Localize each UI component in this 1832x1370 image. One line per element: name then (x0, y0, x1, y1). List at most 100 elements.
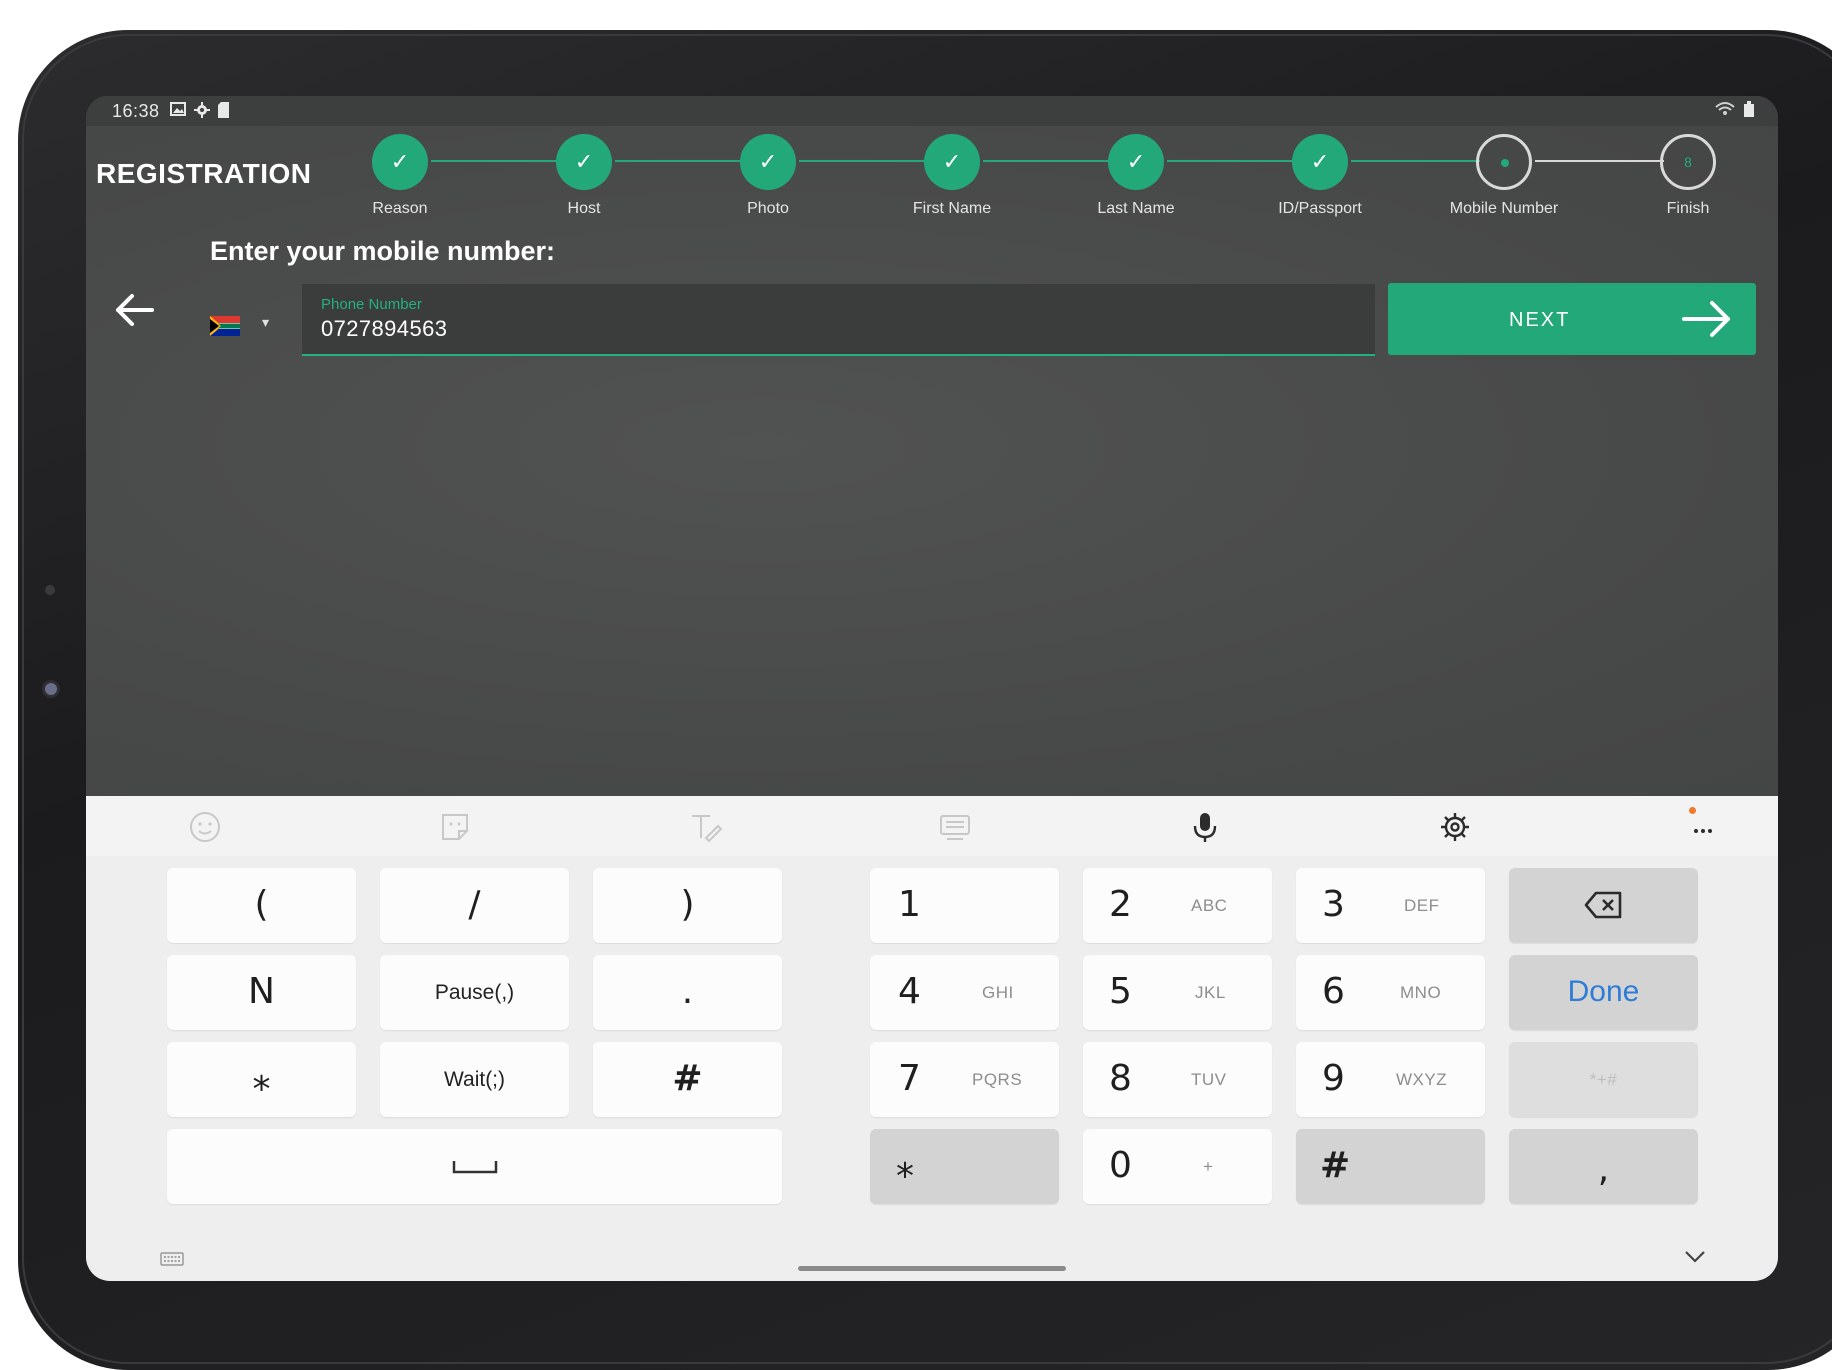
key-4[interactable]: 4 GHI (870, 955, 1059, 1030)
step-connector (799, 160, 928, 162)
step-id-passport-check-icon: ✓ (1292, 134, 1348, 190)
step-connector (431, 160, 561, 162)
handwriting-icon[interactable] (688, 810, 723, 844)
step-photo-check-icon: ✓ (740, 134, 796, 190)
key-open-paren[interactable]: ( (167, 868, 356, 943)
key-0-digit: 0 (1109, 1145, 1132, 1186)
step-connector (1351, 160, 1480, 162)
key-5-digit: 5 (1109, 971, 1132, 1012)
key-9-digit: 9 (1322, 1058, 1345, 1099)
step-label-finish: Finish (1666, 200, 1710, 217)
key-asterisk-label: ⁎ (252, 1058, 271, 1099)
key-9-letters: WXYZ (1396, 1070, 1448, 1089)
key-asterisk[interactable]: ⁎ (167, 1042, 356, 1117)
step-label-photo: Photo (747, 200, 789, 217)
emoji-icon[interactable] (188, 810, 222, 844)
step-label-last-name: Last Name (1097, 200, 1175, 217)
key-3[interactable]: 3 DEF (1296, 868, 1485, 943)
key-8-digit: 8 (1109, 1058, 1132, 1099)
key-0-plus: + (1203, 1157, 1214, 1176)
phone-number-field[interactable]: Phone Number 0727894563 (302, 284, 1375, 356)
key-4-letters: GHI (982, 983, 1014, 1002)
key-space[interactable] (167, 1129, 782, 1204)
key-pause-label: Pause(,) (434, 981, 515, 1004)
key-6[interactable]: 6 MNO (1296, 955, 1485, 1030)
phone-number-label: Phone Number (321, 296, 422, 313)
key-5-letters: JKL (1195, 983, 1226, 1002)
keyboard-toolbar (86, 796, 1778, 856)
key-0[interactable]: 0 + (1083, 1129, 1272, 1204)
arrow-right-icon (1680, 297, 1734, 341)
front-camera (42, 680, 60, 698)
sticker-icon[interactable] (438, 810, 472, 844)
key-slash[interactable]: / (380, 868, 569, 943)
key-wait[interactable]: Wait(;) (380, 1042, 569, 1117)
key-7-letters: PQRS (972, 1070, 1023, 1089)
more-icon[interactable] (1686, 810, 1720, 844)
step-last-name-check-icon: ✓ (1108, 134, 1164, 190)
gear-icon[interactable] (1438, 810, 1472, 844)
key-close-paren[interactable]: ) (593, 868, 782, 943)
key-symbols-toggle[interactable]: *+# (1509, 1042, 1698, 1117)
step-host-check-icon: ✓ (556, 134, 612, 190)
space-bar-icon (167, 1159, 782, 1180)
progress-stepper: ✓ ✓ ✓ ✓ ✓ ✓ 8 Reason Host Photo First Na… (86, 96, 1778, 226)
key-close-paren-label: ) (680, 884, 695, 925)
key-2[interactable]: 2 ABC (1083, 868, 1272, 943)
key-9[interactable]: 9 WXYZ (1296, 1042, 1485, 1117)
key-hash-symbol-label: # (672, 1058, 703, 1099)
key-2-letters: ABC (1191, 896, 1228, 915)
south-africa-flag-icon[interactable] (210, 316, 240, 336)
step-label-first-name: First Name (912, 200, 992, 217)
next-button[interactable]: NEXT (1388, 283, 1756, 355)
key-hash[interactable]: # (1296, 1129, 1485, 1204)
country-dropdown-caret-icon[interactable]: ▾ (262, 314, 269, 331)
on-screen-keyboard: ( / ) N Pause(,) . ⁎ Wait(;) # 1 2 ABC 3… (86, 796, 1778, 1281)
key-2-digit: 2 (1109, 884, 1132, 925)
step-first-name-check-icon: ✓ (924, 134, 980, 190)
step-connector (1167, 160, 1296, 162)
key-1-digit: 1 (898, 884, 921, 925)
hide-keyboard-chevron-icon[interactable] (1684, 1244, 1706, 1270)
key-dot[interactable]: . (593, 955, 782, 1030)
key-comma-label: , (1597, 1149, 1610, 1190)
back-arrow-icon[interactable] (110, 286, 158, 334)
key-symbols-toggle-label: *+# (1589, 1070, 1618, 1089)
key-hash-label: # (1320, 1145, 1351, 1186)
form-prompt: Enter your mobile number: (210, 236, 556, 266)
step-label-host: Host (567, 200, 601, 217)
next-button-label: NEXT (1509, 309, 1571, 331)
key-1[interactable]: 1 (870, 868, 1059, 943)
key-comma[interactable]: , (1509, 1129, 1698, 1204)
backspace-icon (1509, 890, 1698, 925)
key-n[interactable]: N (167, 955, 356, 1030)
key-dot-label: . (681, 971, 694, 1012)
step-label-reason: Reason (372, 200, 428, 217)
key-8[interactable]: 8 TUV (1083, 1042, 1272, 1117)
step-connector (615, 160, 744, 162)
keyboard-switch-icon[interactable] (160, 1252, 184, 1266)
key-n-label: N (248, 971, 275, 1012)
key-pause[interactable]: Pause(,) (380, 955, 569, 1030)
key-7[interactable]: 7 PQRS (870, 1042, 1059, 1117)
home-indicator-bar[interactable] (798, 1266, 1066, 1271)
keyboard-layout-icon[interactable] (938, 810, 972, 844)
microphone-icon[interactable] (1188, 810, 1222, 844)
key-hash-symbol[interactable]: # (593, 1042, 782, 1117)
key-5[interactable]: 5 JKL (1083, 955, 1272, 1030)
registration-app: 16:38 REGISTRATION ✓ ✓ ✓ ✓ ✓ ✓ 8 Reason … (86, 96, 1778, 796)
phone-number-value[interactable]: 0727894563 (321, 316, 447, 342)
key-star-label: ⁎ (896, 1145, 914, 1186)
step-mobile-number-current (1476, 134, 1532, 190)
key-backspace[interactable] (1509, 868, 1698, 943)
step-connector (983, 160, 1112, 162)
side-sensor-dot (45, 585, 55, 595)
key-wait-label: Wait(;) (443, 1068, 506, 1091)
key-3-digit: 3 (1322, 884, 1345, 925)
done-button[interactable]: Done (1509, 955, 1698, 1030)
step-reason-check-icon: ✓ (372, 134, 428, 190)
tablet-screen: 16:38 REGISTRATION ✓ ✓ ✓ ✓ ✓ ✓ 8 Reason … (86, 96, 1778, 1281)
key-star[interactable]: ⁎ (870, 1129, 1059, 1204)
step-label-mobile-number: Mobile Number (1449, 200, 1559, 217)
done-button-label: Done (1567, 975, 1640, 1008)
